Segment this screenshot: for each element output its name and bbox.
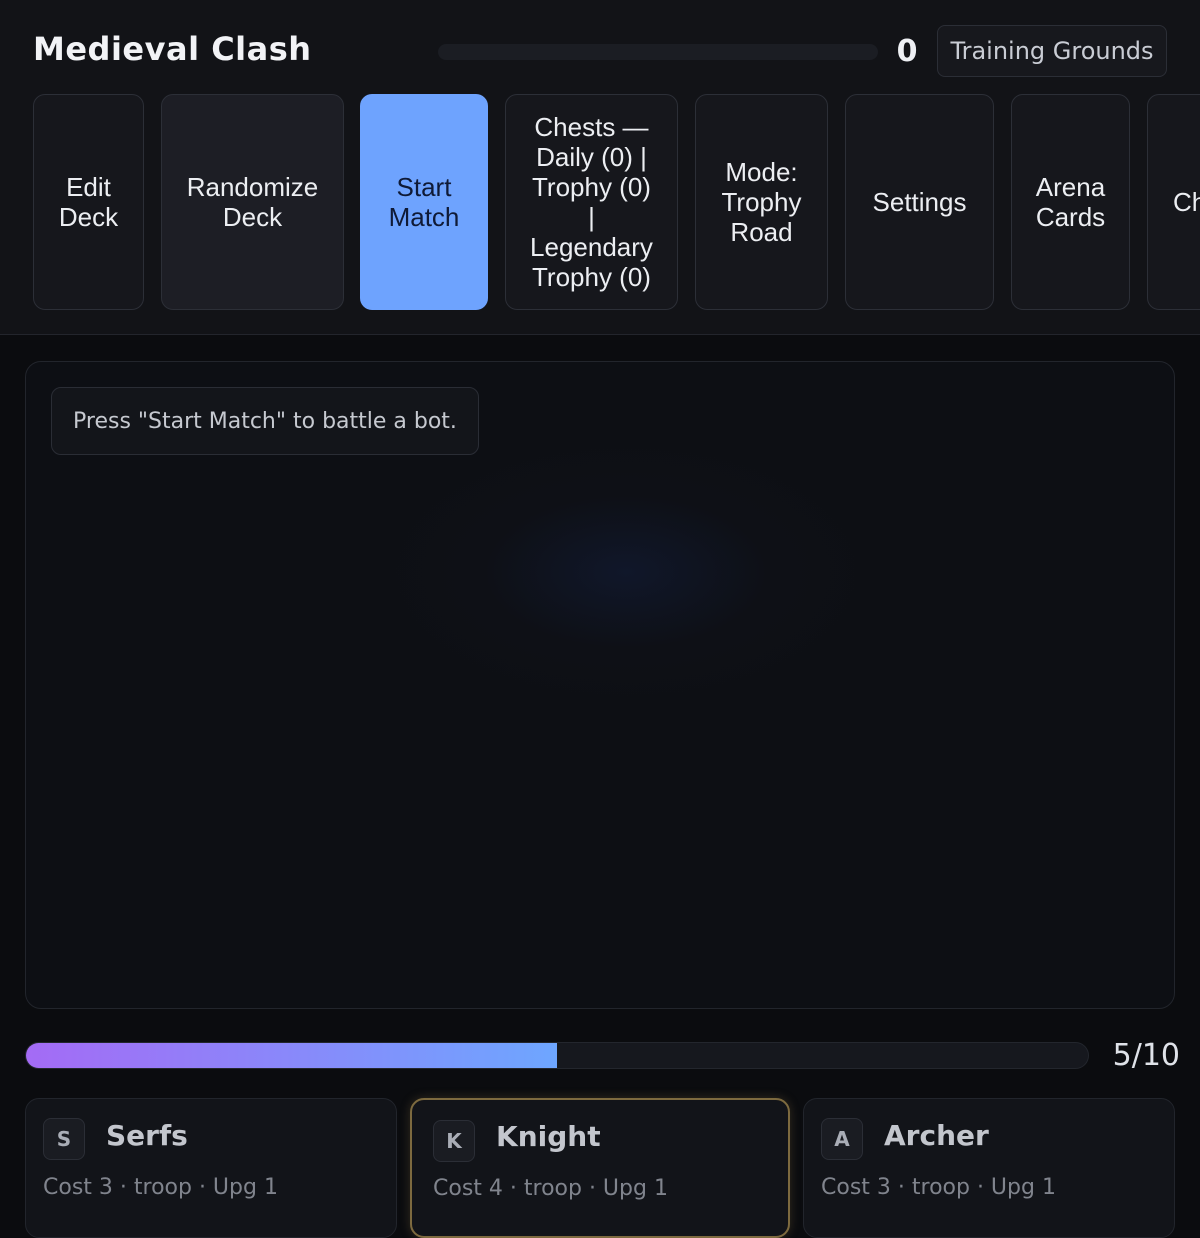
- card-meta: Cost 3 · troop · Upg 1: [43, 1175, 278, 1200]
- edit-deck-button[interactable]: Edit Deck: [33, 94, 144, 310]
- match-status-message: Press "Start Match" to battle a bot.: [51, 387, 479, 455]
- arena-cards-button[interactable]: Arena Cards: [1011, 94, 1130, 310]
- settings-label: Settings: [872, 187, 967, 217]
- letter-badge-icon: K: [433, 1120, 475, 1162]
- mode-label: Mode: Trophy Road: [721, 157, 802, 247]
- letter-badge-icon: S: [43, 1118, 85, 1160]
- overflow-nav-button[interactable]: Ch: [1147, 94, 1200, 310]
- arena-name-badge: Training Grounds: [937, 25, 1167, 77]
- randomize-deck-label: Randomize Deck: [186, 172, 319, 232]
- settings-button[interactable]: Settings: [845, 94, 994, 310]
- overflow-nav-label: Ch: [1173, 187, 1200, 217]
- edit-deck-label: Edit Deck: [58, 172, 119, 232]
- chests-button[interactable]: Chests — Daily (0) | Trophy (0) | Legend…: [505, 94, 678, 310]
- start-match-label: Start Match: [388, 172, 460, 232]
- letter-badge-icon: A: [821, 1118, 863, 1160]
- app-title: Medieval Clash: [33, 30, 312, 68]
- battle-arena[interactable]: Press "Start Match" to battle a bot.: [25, 361, 1175, 1009]
- hand-card-serfs[interactable]: S Serfs Cost 3 · troop · Upg 1: [25, 1098, 397, 1238]
- card-meta: Cost 3 · troop · Upg 1: [821, 1175, 1056, 1200]
- hand-card-archer[interactable]: A Archer Cost 3 · troop · Upg 1: [803, 1098, 1175, 1238]
- elixir-bar: [25, 1042, 1089, 1069]
- card-meta: Cost 4 · troop · Upg 1: [433, 1176, 668, 1201]
- trophy-progress-bar: [438, 44, 878, 60]
- randomize-deck-button[interactable]: Randomize Deck: [161, 94, 344, 310]
- card-name: Serfs: [106, 1119, 188, 1152]
- elixir-count: 5/10: [1112, 1038, 1180, 1073]
- hand-card-knight[interactable]: K Knight Cost 4 · troop · Upg 1: [410, 1098, 790, 1238]
- start-match-button[interactable]: Start Match: [360, 94, 488, 310]
- card-name: Archer: [884, 1119, 989, 1152]
- arena-cards-label: Arena Cards: [1035, 172, 1106, 232]
- mode-button[interactable]: Mode: Trophy Road: [695, 94, 828, 310]
- elixir-bar-fill: [26, 1043, 557, 1068]
- main-nav: Edit Deck Randomize Deck Start Match Che…: [0, 94, 1200, 310]
- trophy-count: 0: [896, 34, 918, 69]
- card-name: Knight: [496, 1120, 601, 1153]
- chests-label: Chests — Daily (0) | Trophy (0) | Legend…: [530, 112, 653, 292]
